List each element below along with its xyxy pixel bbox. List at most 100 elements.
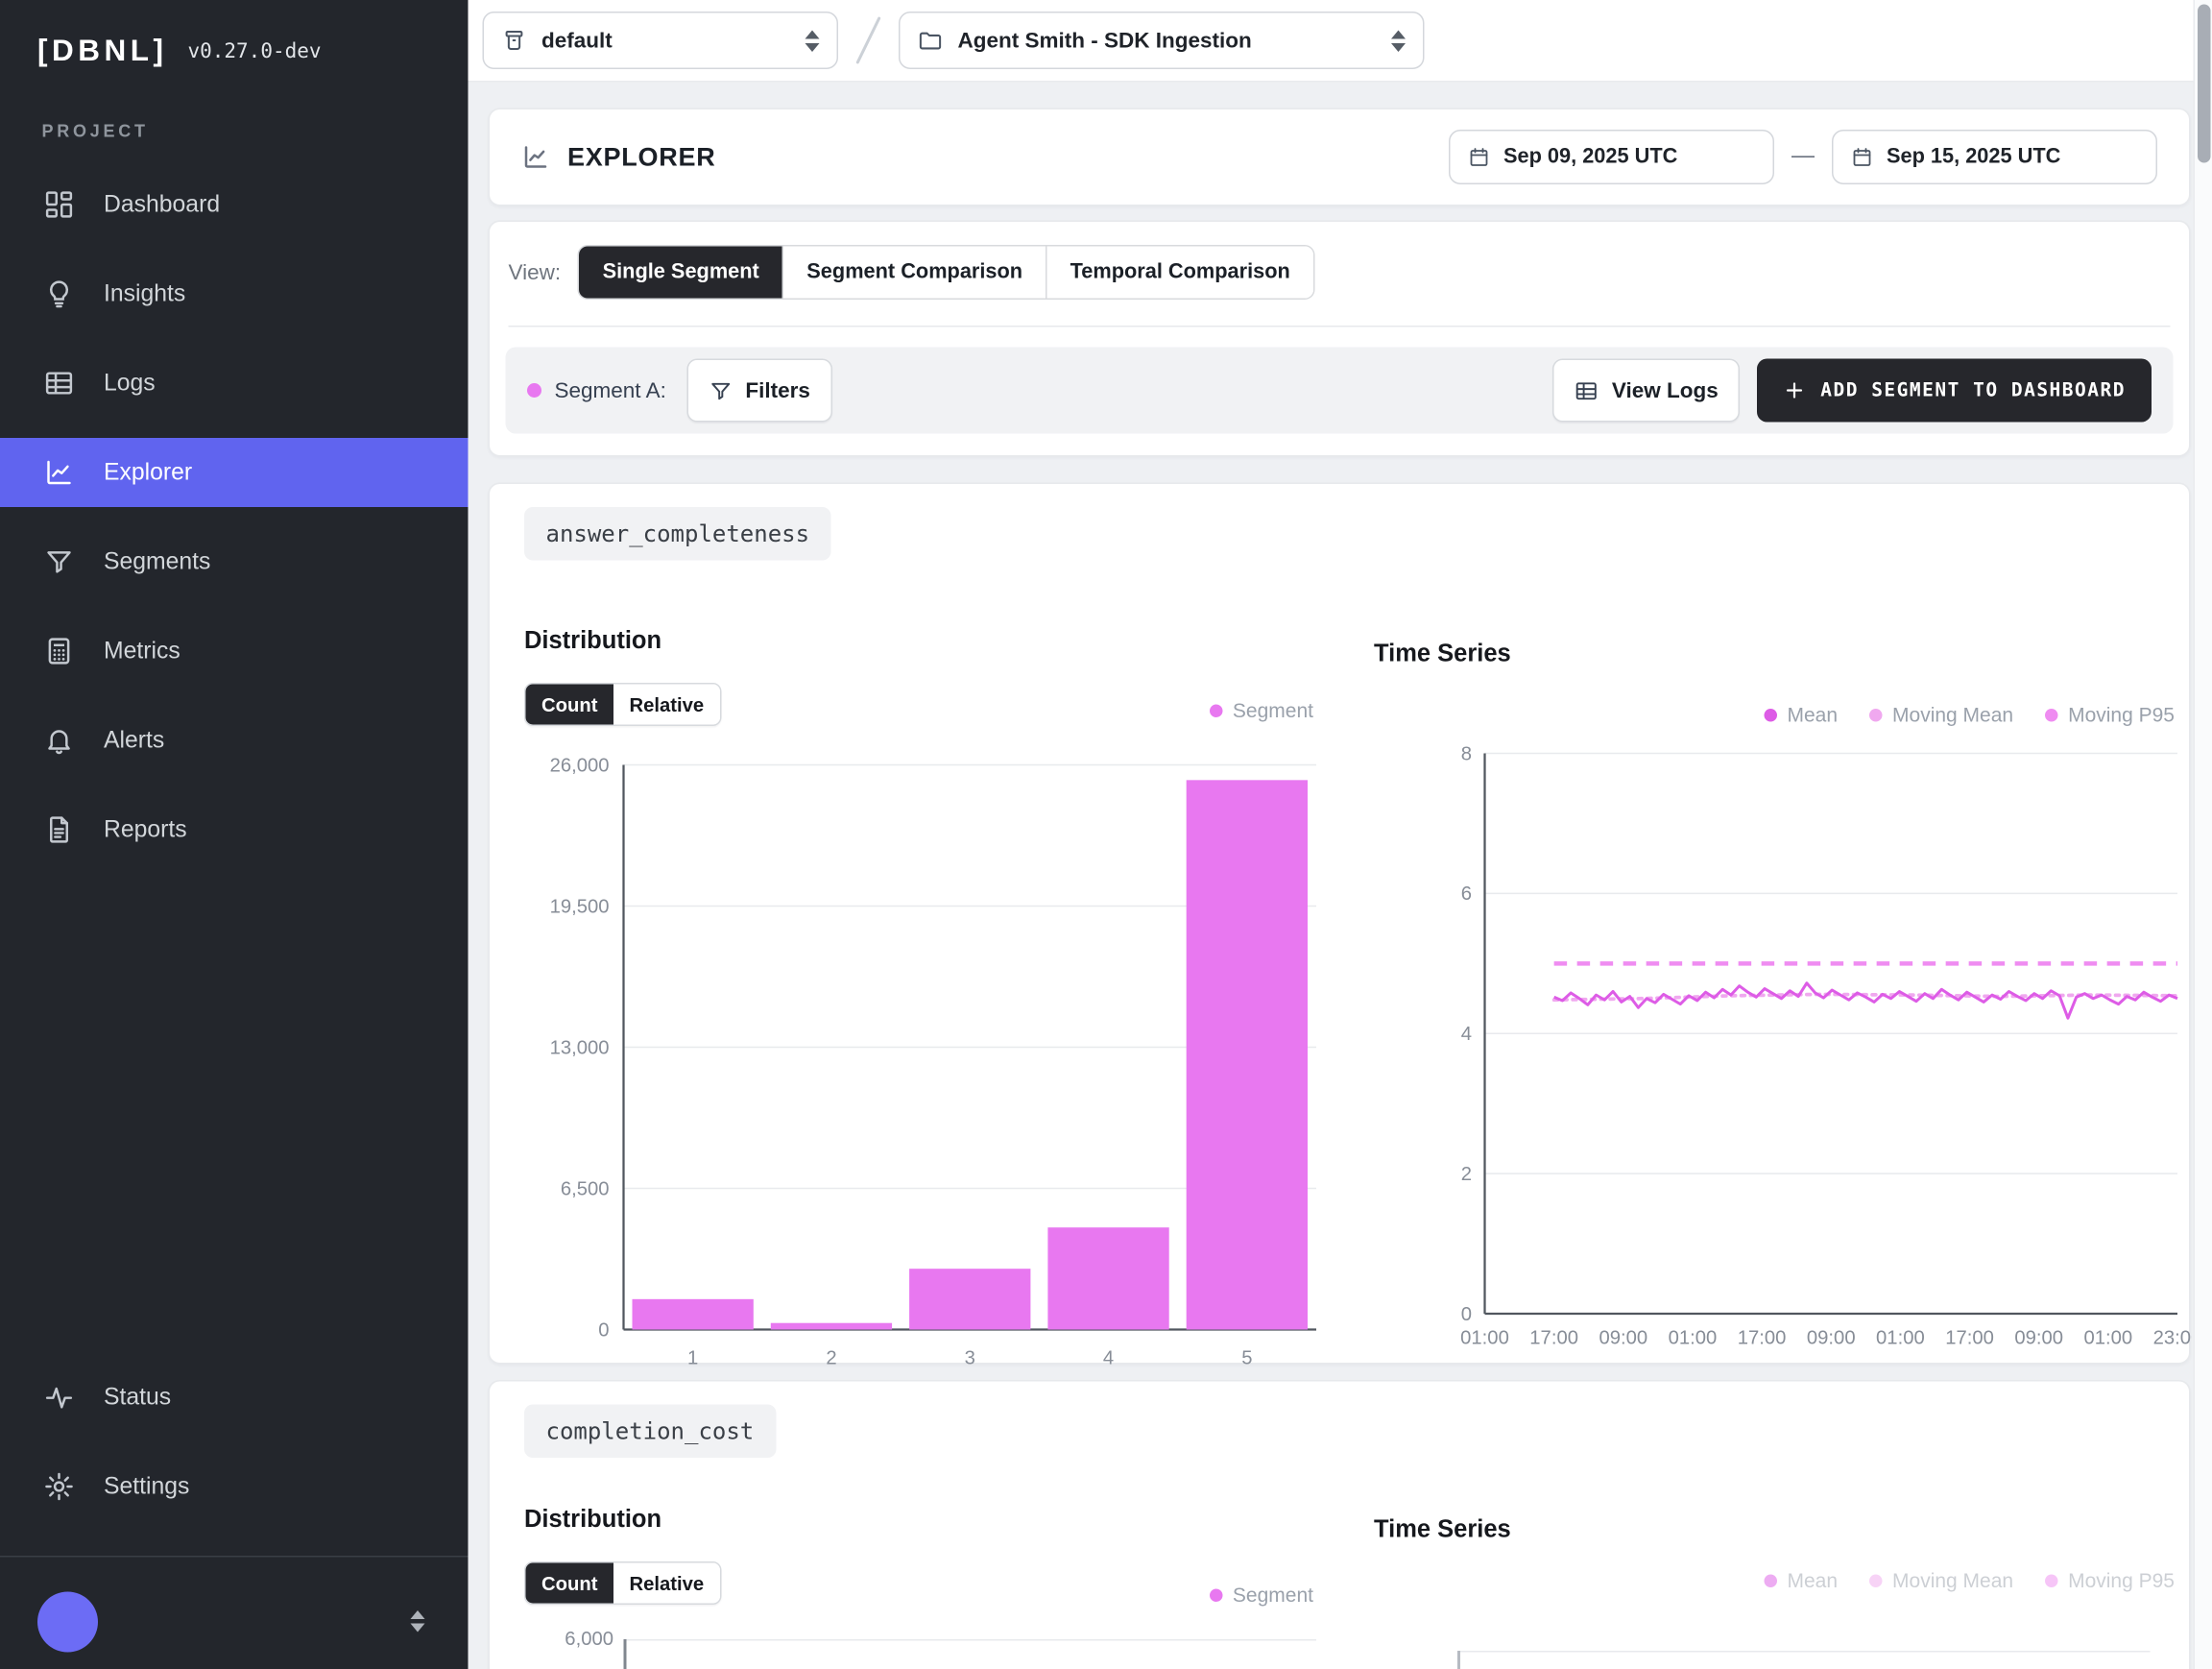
time-series-y-axis	[1457, 1651, 1460, 1669]
time-series-chart[interactable]: 0246801:0017:0009:0001:0017:0009:0001:00…	[1428, 732, 2193, 1357]
sidebar-item-insights[interactable]: Insights	[0, 259, 469, 328]
legend-item-moving-mean[interactable]: Moving Mean	[1869, 1569, 2013, 1592]
sidebar-item-label: Status	[104, 1384, 171, 1412]
svg-text:26,000: 26,000	[550, 755, 610, 776]
funnel-icon	[708, 378, 733, 403]
avatar[interactable]	[37, 1591, 98, 1652]
add-segment-button-label: ADD SEGMENT TO DASHBOARD	[1820, 379, 2126, 401]
sidebar: [DBNL] v0.27.0-dev PROJECT Dashboard Ins…	[0, 0, 469, 1669]
app-root: [DBNL] v0.27.0-dev PROJECT Dashboard Ins…	[0, 0, 2212, 1669]
table-icon	[1575, 378, 1599, 403]
add-segment-to-dashboard-button[interactable]: ADD SEGMENT TO DASHBOARD	[1757, 359, 2152, 423]
toggle-count[interactable]: Count	[526, 685, 613, 725]
plus-icon	[1783, 379, 1806, 402]
date-from-input[interactable]: Sep 09, 2025 UTC	[1449, 130, 1774, 184]
filters-button[interactable]: Filters	[686, 359, 832, 423]
svg-text:01:00: 01:00	[1460, 1328, 1509, 1349]
page-title: EXPLORER	[567, 142, 716, 173]
view-logs-button-label: View Logs	[1612, 378, 1719, 403]
distribution-chart[interactable]: 06,50013,00019,50026,00012345	[501, 740, 1330, 1366]
legend-dot	[1869, 1574, 1883, 1587]
sidebar-item-dashboard[interactable]: Dashboard	[0, 170, 469, 239]
line-chart-icon	[43, 457, 75, 489]
svg-text:6: 6	[1461, 883, 1472, 905]
funnel-icon	[43, 546, 75, 578]
explorer-header-card: EXPLORER Sep 09, 2025 UTC — Sep 15, 2025…	[489, 109, 2191, 206]
controls-card: View: Single Segment Segment Comparison …	[489, 221, 2191, 457]
toggle-relative[interactable]: Relative	[613, 685, 720, 725]
distribution-y-axis	[624, 1639, 627, 1669]
scrollbar-thumb[interactable]	[2198, 5, 2211, 163]
segment-color-dot	[527, 383, 541, 398]
date-range: Sep 09, 2025 UTC — Sep 15, 2025 UTC	[1449, 130, 2157, 184]
time-series-legend: Mean Moving Mean Moving P95	[1764, 703, 2175, 726]
svg-text:5: 5	[1241, 1348, 1252, 1367]
calendar-icon	[1851, 146, 1874, 169]
project-selector[interactable]: Agent Smith - SDK Ingestion	[899, 12, 1425, 69]
divider	[509, 326, 2171, 327]
legend-item-mean[interactable]: Mean	[1764, 703, 1838, 726]
distribution-heading: Distribution	[524, 1506, 661, 1535]
svg-text:8: 8	[1461, 743, 1472, 764]
sidebar-item-settings[interactable]: Settings	[0, 1452, 469, 1521]
metric-card-answer-completeness: answer_completeness Distribution Count R…	[489, 483, 2191, 1365]
page-title-wrap: EXPLORER	[521, 142, 716, 173]
tab-temporal-comparison[interactable]: Temporal Comparison	[1047, 247, 1313, 299]
topbar: default Agent Smith - SDK Ingestion	[469, 0, 2194, 83]
svg-text:17:00: 17:00	[1738, 1328, 1787, 1349]
legend-item-moving-mean[interactable]: Moving Mean	[1869, 703, 2013, 726]
svg-text:09:00: 09:00	[1599, 1328, 1647, 1349]
sidebar-item-metrics[interactable]: Metrics	[0, 617, 469, 686]
sidebar-item-label: Segments	[104, 548, 210, 576]
svg-text:0: 0	[598, 1319, 609, 1341]
sidebar-item-reports[interactable]: Reports	[0, 795, 469, 864]
legend-item-segment[interactable]: Segment	[1210, 1584, 1313, 1607]
view-tabgroup: Single Segment Segment Comparison Tempor…	[578, 245, 1314, 300]
svg-text:01:00: 01:00	[2084, 1328, 2133, 1349]
sidebar-nav: Dashboard Insights Logs Explorer	[0, 170, 469, 864]
svg-text:2: 2	[826, 1348, 836, 1367]
calculator-icon	[43, 636, 75, 667]
segment-a-panel: Segment A: Filters View Logs	[506, 348, 2174, 434]
svg-text:13,000: 13,000	[550, 1037, 610, 1058]
gear-icon	[43, 1471, 75, 1503]
svg-text:17:00: 17:00	[1945, 1328, 1994, 1349]
sidebar-item-logs[interactable]: Logs	[0, 349, 469, 418]
tab-segment-comparison[interactable]: Segment Comparison	[783, 247, 1046, 299]
view-logs-button[interactable]: View Logs	[1552, 359, 1740, 423]
sidebar-item-label: Dashboard	[104, 191, 220, 219]
legend-dot	[1764, 708, 1777, 721]
legend-item-mean[interactable]: Mean	[1764, 1569, 1838, 1592]
distribution-heading: Distribution	[524, 627, 661, 656]
sidebar-item-status[interactable]: Status	[0, 1363, 469, 1432]
sidebar-item-label: Explorer	[104, 459, 192, 487]
svg-text:17:00: 17:00	[1529, 1328, 1578, 1349]
org-selector[interactable]: default	[483, 12, 839, 69]
svg-text:6,500: 6,500	[561, 1178, 610, 1199]
dashboard-icon	[43, 189, 75, 221]
date-to-input[interactable]: Sep 15, 2025 UTC	[1832, 130, 2157, 184]
legend-item-segment[interactable]: Segment	[1210, 699, 1313, 722]
sidebar-item-segments[interactable]: Segments	[0, 527, 469, 596]
view-tabs-row: View: Single Segment Segment Comparison …	[509, 245, 1315, 300]
toggle-relative[interactable]: Relative	[613, 1563, 720, 1604]
project-selector-value: Agent Smith - SDK Ingestion	[958, 28, 1252, 53]
time-series-heading: Time Series	[1374, 640, 1511, 668]
metric-name-pill: completion_cost	[524, 1405, 776, 1459]
legend-item-moving-p95[interactable]: Moving P95	[2045, 703, 2175, 726]
date-to-value: Sep 15, 2025 UTC	[1887, 146, 2060, 169]
date-from-value: Sep 09, 2025 UTC	[1503, 146, 1677, 169]
sidebar-item-explorer[interactable]: Explorer	[0, 438, 469, 507]
metric-name-pill: answer_completeness	[524, 507, 831, 561]
sidebar-section-label: PROJECT	[42, 121, 149, 141]
legend-dot	[2045, 1574, 2058, 1587]
sidebar-item-alerts[interactable]: Alerts	[0, 706, 469, 775]
tab-single-segment[interactable]: Single Segment	[580, 247, 784, 299]
legend-item-moving-p95[interactable]: Moving P95	[2045, 1569, 2175, 1592]
sidebar-item-label: Reports	[104, 816, 187, 844]
user-menu[interactable]	[0, 1573, 469, 1669]
toggle-count[interactable]: Count	[526, 1563, 613, 1604]
svg-text:09:00: 09:00	[1807, 1328, 1856, 1349]
container-icon	[501, 28, 527, 54]
page-scrollbar	[2194, 0, 2212, 1669]
